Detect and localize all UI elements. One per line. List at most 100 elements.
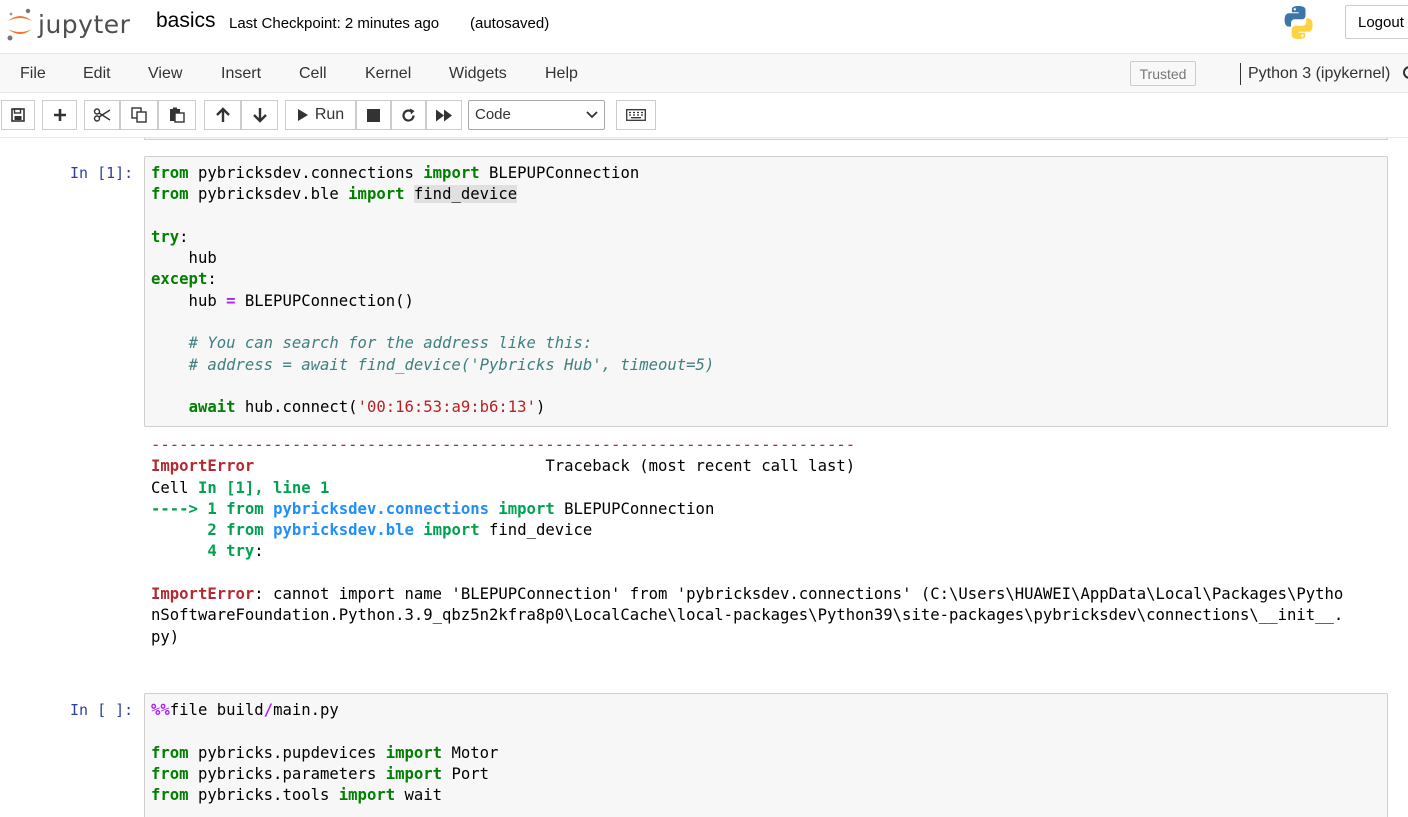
kernel-name: Python 3 (ipykernel) xyxy=(1248,65,1391,82)
code-token: import xyxy=(348,185,405,204)
code-token: %% xyxy=(151,701,170,719)
chevron-down-icon xyxy=(586,111,598,119)
logout-button[interactable]: Logout xyxy=(1345,5,1408,39)
notebook-container: In [1]: from pybricksdev.connections imp… xyxy=(0,138,1408,817)
code-token: import xyxy=(423,521,480,540)
python-logo-icon xyxy=(1284,6,1313,39)
move-down-button[interactable] xyxy=(241,100,278,130)
code-token: hub xyxy=(151,291,227,310)
code-line: ----> 1 from pybricksdev.connections imp… xyxy=(151,500,714,518)
cut-icon xyxy=(93,108,111,122)
keyboard-icon xyxy=(626,109,646,121)
code-line: from pybricks.pupdevices import Motor xyxy=(151,744,498,762)
autosave-status: (autosaved) xyxy=(470,15,550,32)
arrow-down-icon xyxy=(252,108,267,123)
code-token: except xyxy=(151,270,208,289)
copy-button[interactable] xyxy=(120,100,158,130)
code-cell-input[interactable]: %%file build/main.py from pybricks.pupde… xyxy=(144,693,1388,817)
jupyter-logo-text: jupyter xyxy=(38,9,131,39)
menu-help[interactable]: Help xyxy=(545,65,578,83)
run-button[interactable]: Run xyxy=(285,100,356,130)
code-line: nSoftwareFoundation.Python.3.9_qbz5n2kfr… xyxy=(151,606,1343,624)
code-token: In [1], line 1 xyxy=(197,478,330,497)
code-token: Cell xyxy=(151,478,198,497)
trusted-indicator[interactable]: Trusted xyxy=(1130,61,1196,86)
code-token: pybricks.parameters xyxy=(188,764,386,783)
code-line: from pybricksdev.connections import BLEP… xyxy=(151,164,639,182)
code-editor[interactable]: %%file build/main.py from pybricks.pupde… xyxy=(145,694,1387,812)
play-icon xyxy=(297,109,308,121)
menu-kernel[interactable]: Kernel xyxy=(365,65,411,83)
code-token: import xyxy=(338,786,396,805)
menu-insert[interactable]: Insert xyxy=(221,65,261,83)
code-token: py) xyxy=(151,627,180,646)
code-line: from pybricks.tools import wait xyxy=(151,786,442,804)
cell-type-select[interactable]: Code xyxy=(468,100,605,130)
code-token: try xyxy=(226,542,255,561)
code-token: from xyxy=(151,764,189,783)
restart-button[interactable] xyxy=(391,100,426,130)
code-token: hub.connect( xyxy=(235,398,358,417)
paste-button[interactable] xyxy=(158,100,196,130)
code-token: file build xyxy=(169,701,264,719)
menubar: File Edit View Insert Cell Kernel Widget… xyxy=(0,53,1408,93)
menu-view[interactable]: View xyxy=(148,65,182,83)
code-cell-input[interactable]: from pybricksdev.connections import BLEP… xyxy=(144,156,1388,427)
code-token: BLEPUPConnection xyxy=(554,499,715,518)
toolbar: Run Code xyxy=(0,93,1408,138)
cut-button[interactable] xyxy=(84,100,120,130)
traceback-output: ----------------------------------------… xyxy=(144,435,1394,648)
code-token: pybricksdev.connections xyxy=(273,499,489,518)
code-line: ImportError Traceback (most recent call … xyxy=(151,457,855,475)
cell-prompt: In [1]: xyxy=(70,164,134,182)
code-line: from pybricksdev.ble import find_device xyxy=(151,185,518,204)
code-token: wait xyxy=(395,786,443,805)
code-token: BLEPUPConnection xyxy=(479,164,640,182)
move-up-button[interactable] xyxy=(204,100,241,130)
code-token: ) xyxy=(535,398,546,417)
menu-edit[interactable]: Edit xyxy=(83,65,111,83)
copy-icon xyxy=(131,107,147,123)
code-token: : xyxy=(254,542,264,561)
code-token: : cannot import name 'BLEPUPConnection' … xyxy=(254,585,1344,604)
notebook-name[interactable]: basics xyxy=(156,9,216,33)
code-token: Port xyxy=(442,764,490,783)
fast-forward-icon xyxy=(436,109,452,121)
code-line: 2 from pybricksdev.ble import find_devic… xyxy=(151,521,592,539)
code-token: from xyxy=(151,185,189,204)
code-line: py) xyxy=(151,628,179,646)
run-label: Run xyxy=(314,106,345,123)
code-token: 4 xyxy=(207,542,217,561)
restart-run-all-button[interactable] xyxy=(426,100,462,130)
code-token: # You can search for the address like th… xyxy=(188,334,593,353)
command-palette-button[interactable] xyxy=(616,100,656,130)
interrupt-button[interactable] xyxy=(356,100,391,130)
code-line: try: xyxy=(151,228,189,246)
code-token: pybricks.tools xyxy=(188,786,339,805)
restart-icon xyxy=(402,108,415,122)
menu-widgets[interactable]: Widgets xyxy=(449,65,507,83)
stop-icon xyxy=(367,108,380,122)
code-token: : xyxy=(179,227,189,246)
menu-file[interactable]: File xyxy=(20,65,46,83)
code-token: from xyxy=(226,499,264,518)
save-button[interactable] xyxy=(1,100,35,130)
code-line: from pybricks.parameters import Port xyxy=(151,765,489,783)
menu-cell[interactable]: Cell xyxy=(299,65,327,83)
code-editor[interactable]: from pybricksdev.connections import BLEP… xyxy=(145,157,1387,425)
kernel-status-icon xyxy=(1403,66,1408,79)
code-token: main.py xyxy=(273,701,339,719)
paste-icon xyxy=(170,107,185,123)
code-token: # address = await find_device('Pybricks … xyxy=(188,355,715,374)
insert-cell-button[interactable] xyxy=(42,100,77,130)
jupyter-logo[interactable]: jupyter xyxy=(6,6,130,42)
code-token: / xyxy=(263,701,274,719)
